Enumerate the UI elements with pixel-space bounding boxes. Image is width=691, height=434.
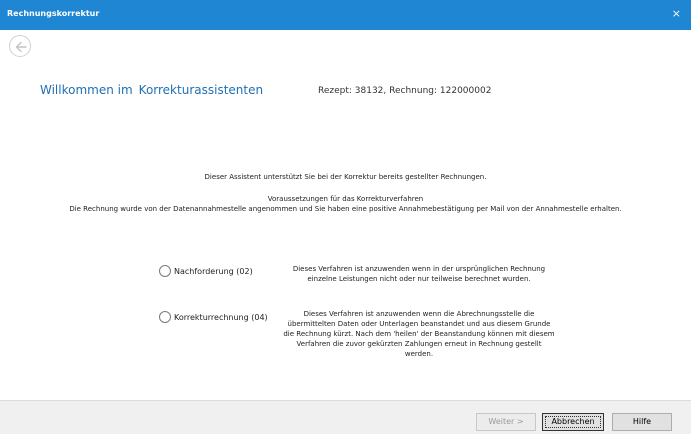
option-label[interactable]: Nachforderung (02) [174, 267, 253, 276]
button-bar: Weiter > Abbrechen Hilfe [0, 400, 691, 434]
cancel-button[interactable]: Abbrechen [542, 413, 604, 431]
back-button[interactable] [9, 35, 31, 57]
close-icon[interactable]: × [672, 8, 681, 19]
next-button[interactable]: Weiter > [476, 413, 536, 431]
rezept-info: Rezept: 38132, Rechnung: 122000002 [318, 86, 492, 96]
option-label[interactable]: Korrekturrechnung (04) [174, 313, 268, 322]
welcome-text-part1: Willkommen im [40, 83, 133, 97]
radio-korrekturrechnung[interactable] [159, 311, 171, 323]
help-button[interactable]: Hilfe [612, 413, 672, 431]
title-bar: Rechnungskorrektur × [0, 0, 691, 30]
prerequisites-text: Die Rechnung wurde von der Datenannahmes… [69, 205, 622, 213]
option-description: Dieses Verfahren ist anzuwenden wenn die… [283, 310, 555, 358]
option-description: Dieses Verfahren ist anzuwenden wenn in … [292, 265, 546, 283]
option-nachforderung[interactable]: Nachforderung (02) [159, 265, 253, 277]
intro-text: Dieser Assistent unterstützt Sie bei der… [204, 173, 487, 181]
back-arrow-icon [15, 41, 27, 53]
radio-nachforderung[interactable] [159, 265, 171, 277]
prerequisites-heading: Voraussetzungen für das Korrekturverfahr… [267, 195, 424, 203]
window-title: Rechnungskorrektur [7, 9, 100, 18]
welcome-text-part2: Korrekturassistenten [138, 83, 264, 97]
welcome-heading: Willkommen im Korrekturassistenten [40, 83, 263, 97]
option-korrekturrechnung[interactable]: Korrekturrechnung (04) [159, 311, 268, 323]
